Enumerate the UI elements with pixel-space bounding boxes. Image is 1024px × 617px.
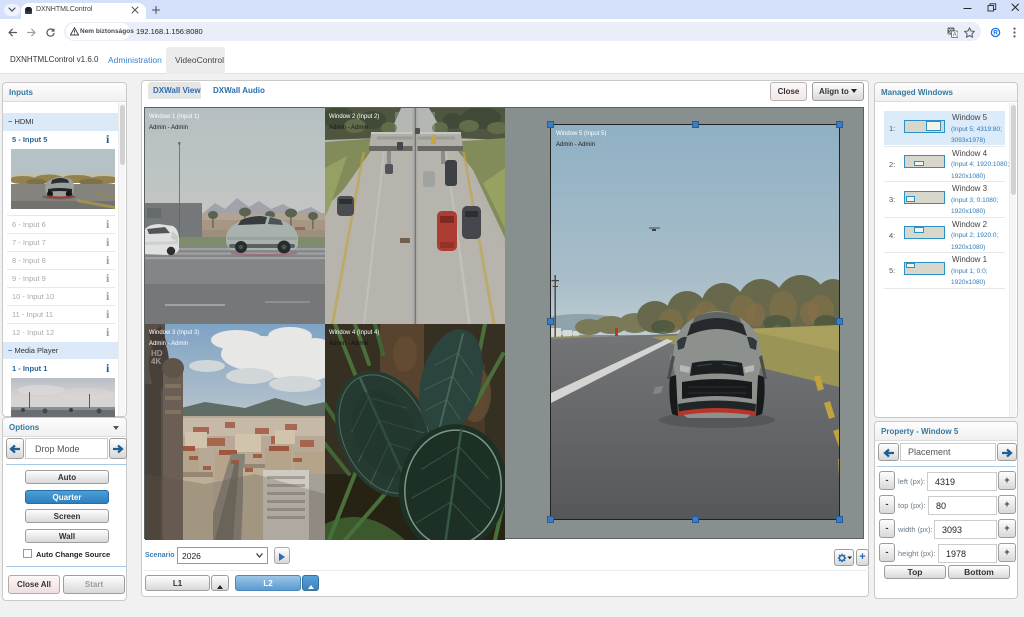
svg-text:R: R <box>993 30 998 36</box>
svg-text:A: A <box>953 32 957 37</box>
